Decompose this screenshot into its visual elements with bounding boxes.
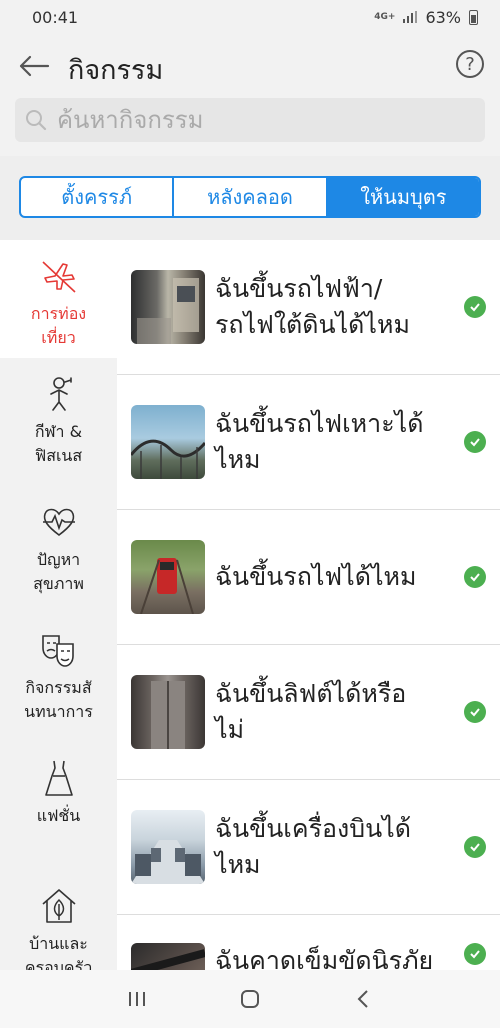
sidebar-label-fitness: กีฬา & ฟิสเนส (34, 422, 83, 465)
sidebar-item-fashion[interactable]: แฟชั่น (0, 742, 117, 870)
airplane-cabin-thumbnail (131, 810, 205, 884)
check-icon (464, 431, 486, 453)
check-icon (464, 566, 486, 588)
fitness-icon (49, 377, 72, 411)
search-input[interactable] (55, 105, 479, 135)
sidebar-label-fashion: แฟชั่น (36, 806, 81, 825)
activity-title: ฉันขึ้นรถไฟฟ้า/ รถไฟใต้ดินได้ไหม (215, 274, 410, 339)
list-item[interactable]: ฉันขึ้นรถไฟได้ไหม (117, 510, 500, 645)
check-icon (464, 296, 486, 318)
status-time: 00:41 (32, 7, 79, 27)
search-icon (26, 110, 47, 131)
house-icon (41, 889, 76, 923)
recent-apps-button[interactable] (117, 979, 157, 1019)
home-icon (240, 990, 259, 1008)
signal-icon (403, 11, 418, 23)
help-button[interactable]: ? (456, 50, 484, 78)
activity-title: ฉันขึ้นลิฟต์ได้หรือ ไม่ (215, 679, 407, 744)
subway-thumbnail (131, 270, 205, 344)
sidebar-item-travel[interactable]: การท่อง เที่ยว (0, 240, 117, 358)
network-indicator: 4G+ (374, 11, 396, 22)
sidebar-item-fitness[interactable]: กีฬา & ฟิสเนส (0, 358, 117, 486)
sidebar-item-home[interactable]: บ้านและ ครอบครัว (0, 870, 117, 970)
status-bar: 00:41 4G+ 63% (0, 0, 500, 34)
system-nav-bar (0, 970, 500, 1028)
seatbelt-thumbnail (131, 943, 205, 970)
back-button[interactable] (14, 46, 54, 86)
list-item[interactable]: ฉันขึ้นลิฟต์ได้หรือ ไม่ (117, 645, 500, 780)
search-bar[interactable] (15, 98, 485, 142)
sidebar-item-recreation[interactable]: กิจกรรมสั นทนาการ (0, 614, 117, 742)
roller-coaster-thumbnail (131, 405, 205, 479)
list-item[interactable]: ฉันขึ้นเครื่องบินได้ ไหม (117, 780, 500, 915)
list-item[interactable]: ฉันขึ้นรถไฟฟ้า/ รถไฟใต้ดินได้ไหม (117, 240, 500, 375)
stage-tabs: ตั้งครรภ์ หลังคลอด ให้นมบุตร (19, 176, 481, 218)
sidebar-label-health: ปัญหา สุขภาพ (33, 550, 84, 593)
theater-masks-icon (41, 635, 74, 667)
chevron-left-icon (357, 990, 369, 1008)
tab-pregnancy[interactable]: ตั้งครรภ์ (21, 178, 175, 216)
heartbeat-icon (42, 508, 75, 537)
check-icon (464, 943, 486, 965)
activity-list: ฉันขึ้นรถไฟฟ้า/ รถไฟใต้ดินได้ไหม ฉันขึ้น… (117, 240, 500, 970)
home-button[interactable] (230, 979, 270, 1019)
sidebar-label-travel: การท่อง เที่ยว (30, 304, 87, 347)
activity-title: ฉันขึ้นรถไฟได้ไหม (215, 562, 417, 591)
tab-postpartum[interactable]: หลังคลอด (174, 178, 328, 216)
sidebar-label-recreation: กิจกรรมสั นทนาการ (24, 678, 93, 721)
status-icons: 4G+ 63% (374, 8, 478, 27)
category-sidebar: การท่อง เที่ยว กีฬา & ฟิสเนส ปัญหา สุขภา… (0, 240, 117, 970)
sidebar-label-home: บ้านและ ครอบครัว (24, 934, 93, 970)
list-item[interactable]: ฉันคาดเข็มขัดนิรภัย (117, 915, 500, 970)
elevator-thumbnail (131, 675, 205, 749)
battery-percent: 63% (425, 7, 461, 27)
sidebar-item-health[interactable]: ปัญหา สุขภาพ (0, 486, 117, 614)
tab-band: ตั้งครรภ์ หลังคลอด ให้นมบุตร (0, 156, 500, 240)
arrow-left-icon (19, 55, 50, 77)
battery-icon (469, 9, 478, 25)
tab-breastfeeding[interactable]: ให้นมบุตร (327, 178, 479, 216)
activity-title: ฉันขึ้นเครื่องบินได้ ไหม (215, 814, 411, 879)
app-header: กิจกรรม ? (0, 34, 500, 156)
check-icon (464, 701, 486, 723)
airplane-icon (41, 261, 76, 293)
back-nav-button[interactable] (343, 979, 383, 1019)
recent-apps-icon (128, 992, 145, 1006)
train-thumbnail (131, 540, 205, 614)
list-item[interactable]: ฉันขึ้นรถไฟเหาะได้ ไหม (117, 375, 500, 510)
activity-title: ฉันคาดเข็มขัดนิรภัย (215, 946, 434, 970)
activity-title: ฉันขึ้นรถไฟเหาะได้ ไหม (215, 409, 424, 474)
page-title: กิจกรรม (68, 55, 164, 86)
dress-icon (44, 760, 73, 796)
check-icon (464, 836, 486, 858)
